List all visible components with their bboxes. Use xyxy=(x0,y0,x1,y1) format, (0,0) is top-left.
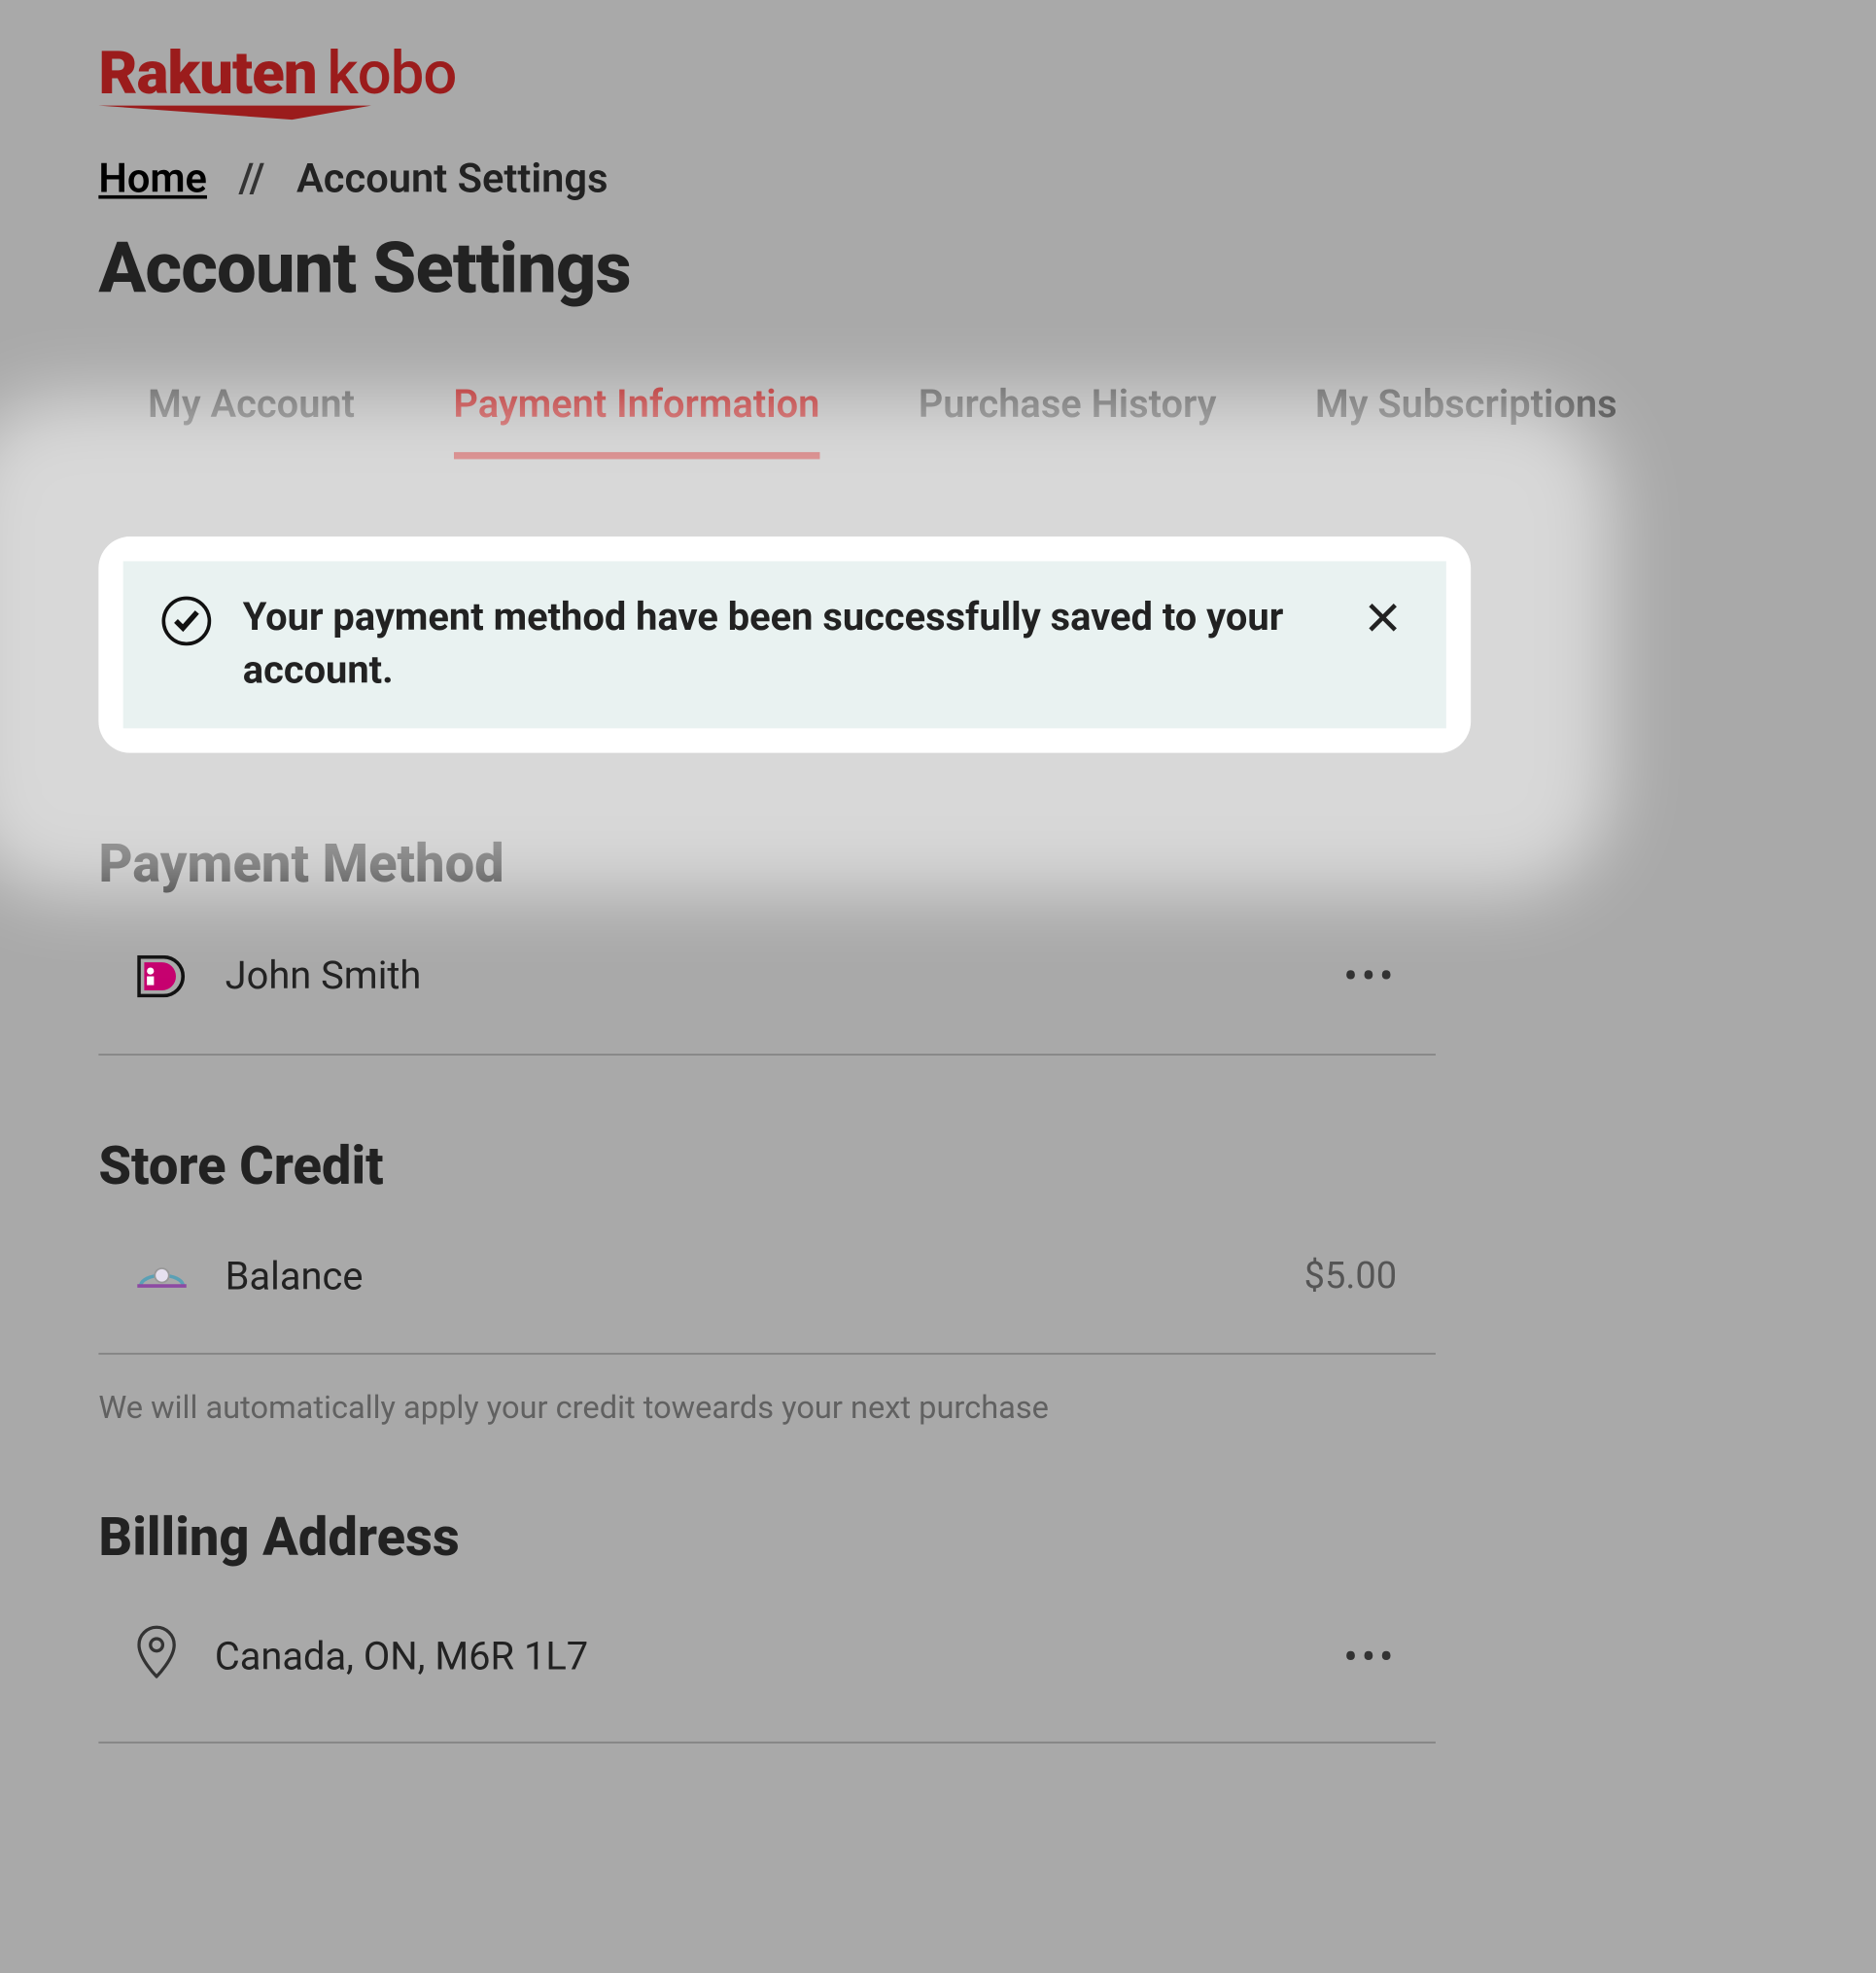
checkmark-circle-icon xyxy=(162,597,212,646)
billing-address-row: Canada, ON, M6R 1L7 ••• xyxy=(98,1626,1436,1744)
brand-logo: Rakuten kobo xyxy=(98,39,1777,109)
breadcrumb: Home // Account Settings xyxy=(98,155,1777,202)
store-credit-amount: $5.00 xyxy=(1304,1257,1397,1298)
breadcrumb-home-link[interactable]: Home xyxy=(98,155,207,202)
payment-method-heading: Payment Method xyxy=(98,835,1436,896)
billing-address-heading: Billing Address xyxy=(98,1508,1436,1570)
tab-my-account[interactable]: My Account xyxy=(148,384,355,460)
success-notification: Your payment method have been successful… xyxy=(98,537,1471,753)
billing-address-section: Billing Address Canada, ON, M6R 1L7 ••• xyxy=(98,1508,1436,1745)
tab-my-subscriptions[interactable]: My Subscriptions xyxy=(1315,384,1617,460)
store-credit-section: Store Credit Balance $5.00 We will autom… xyxy=(98,1137,1436,1428)
billing-address-value: Canada, ON, M6R 1L7 xyxy=(215,1636,588,1679)
billing-address-more-button[interactable]: ••• xyxy=(1343,1633,1397,1682)
ideal-icon xyxy=(137,956,187,998)
map-pin-icon xyxy=(137,1626,176,1689)
store-credit-label: Balance xyxy=(226,1256,364,1299)
logo-swoosh-icon xyxy=(98,102,380,123)
notification-message: Your payment method have been successful… xyxy=(243,593,1327,697)
close-notification-button[interactable] xyxy=(1358,593,1407,642)
breadcrumb-separator: // xyxy=(239,155,265,202)
payment-method-more-button[interactable]: ••• xyxy=(1343,952,1397,1002)
more-horizontal-icon: ••• xyxy=(1343,1633,1397,1682)
store-credit-heading: Store Credit xyxy=(98,1137,1436,1198)
more-horizontal-icon: ••• xyxy=(1343,952,1397,1002)
payment-method-section: Payment Method John Smith ••• xyxy=(98,835,1436,1056)
close-icon xyxy=(1366,600,1401,635)
breadcrumb-current: Account Settings xyxy=(296,155,608,202)
tabs: My Account Payment Information Purchase … xyxy=(98,384,1777,460)
logo-brand-1: Rakuten xyxy=(98,39,316,109)
payment-method-name: John Smith xyxy=(226,955,422,999)
tab-purchase-history[interactable]: Purchase History xyxy=(919,384,1217,460)
store-credit-row: Balance $5.00 xyxy=(98,1255,1436,1355)
tab-payment-information[interactable]: Payment Information xyxy=(453,384,819,460)
logo-brand-2: kobo xyxy=(328,39,457,109)
balance-icon xyxy=(137,1255,187,1300)
payment-method-row: John Smith ••• xyxy=(98,952,1436,1056)
store-credit-note: We will automatically apply your credit … xyxy=(98,1391,1436,1428)
page-title: Account Settings xyxy=(98,226,1777,309)
